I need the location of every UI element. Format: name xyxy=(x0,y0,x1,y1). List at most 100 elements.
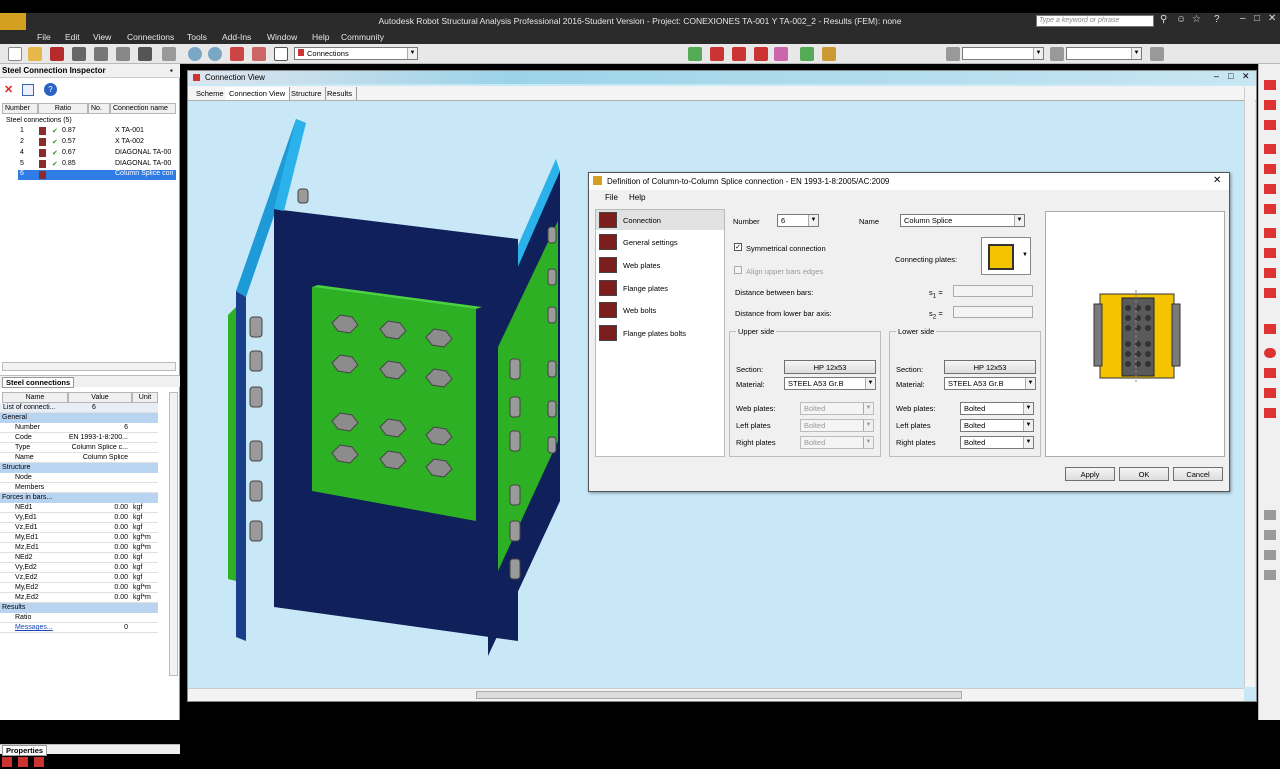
copy-icon[interactable] xyxy=(18,757,28,767)
col-no[interactable]: No. xyxy=(88,103,110,114)
prop-row[interactable]: Name Column Splice xyxy=(0,453,158,463)
prop-col-unit[interactable]: Unit xyxy=(132,392,158,403)
restore-icon[interactable]: □ xyxy=(1254,13,1260,24)
close-icon[interactable]: ✕ xyxy=(1268,13,1276,24)
upper-section-button[interactable]: HP 12x53 xyxy=(784,360,876,374)
binoculars-icon[interactable]: ⚲ xyxy=(1160,14,1167,25)
view-maximize-icon[interactable]: □ xyxy=(1228,71,1233,81)
symmetrical-checkbox[interactable]: ✓ xyxy=(734,243,742,251)
add-icon[interactable] xyxy=(2,757,12,767)
prop-row[interactable]: Code EN 1993-1-8:200... xyxy=(0,433,158,443)
name-select[interactable]: Column Splice ▼ xyxy=(900,214,1025,227)
s2-input[interactable] xyxy=(953,306,1033,318)
inspector-hscrollbar[interactable] xyxy=(2,362,176,371)
screen-capture-icon[interactable] xyxy=(116,47,130,61)
nav-flange-plates[interactable]: Flange plates xyxy=(596,278,724,298)
search-input[interactable]: Type a keyword or phrase xyxy=(1036,15,1154,27)
connection-3d-model[interactable] xyxy=(188,101,608,701)
tree-row[interactable]: 1 ✔ 0.87 X TA-001 xyxy=(0,127,178,137)
filter-icon[interactable] xyxy=(1050,47,1064,61)
menu-add-ins[interactable]: Add-Ins xyxy=(222,32,251,42)
properties-vscrollbar[interactable] xyxy=(169,392,178,676)
tab-structure[interactable]: Structure xyxy=(287,87,327,100)
upper-web-select[interactable]: Bolted ▼ xyxy=(800,402,874,415)
tree-row[interactable]: 5 ✔ 0.85 DIAGONAL TA-00 xyxy=(0,160,178,170)
prop-row[interactable]: Vy,Ed2 0.00 kgf xyxy=(0,563,158,573)
prop-category-structure[interactable]: Structure xyxy=(0,463,158,473)
properties-icon[interactable] xyxy=(162,47,176,61)
gusset-tool-icon[interactable] xyxy=(1264,204,1276,214)
menu-file[interactable]: File xyxy=(37,32,51,42)
align-checkbox[interactable] xyxy=(734,266,742,274)
ok-button[interactable]: OK xyxy=(1119,467,1169,481)
view-vscrollbar[interactable] xyxy=(1244,87,1255,687)
save-icon[interactable] xyxy=(50,47,64,61)
tab-results[interactable]: Results xyxy=(323,87,358,100)
tree-row[interactable]: 2 ✔ 0.57 X TA-002 xyxy=(0,138,178,148)
prop-row[interactable]: Vy,Ed1 0.00 kgf xyxy=(0,513,158,523)
prop-col-name[interactable]: Name xyxy=(2,392,68,403)
layout-icon[interactable] xyxy=(274,47,288,61)
delete-icon[interactable]: ✕ xyxy=(4,84,16,96)
dialog-menu-file[interactable]: File xyxy=(605,193,618,202)
tools-icon[interactable] xyxy=(252,47,266,61)
column-tool-icon[interactable] xyxy=(1264,80,1276,90)
favorites-icon[interactable]: ☆ xyxy=(1192,14,1201,25)
connection-icon-4[interactable] xyxy=(754,47,768,61)
view-hscrollbar[interactable] xyxy=(188,688,1244,701)
tab-connection-view[interactable]: Connection View xyxy=(225,87,291,100)
beam-tool-icon[interactable] xyxy=(1264,100,1276,110)
base-plate-icon[interactable] xyxy=(1264,228,1276,238)
knee-tool-icon[interactable] xyxy=(1264,164,1276,174)
view-hscroll-thumb[interactable] xyxy=(476,691,962,699)
corner-tool-icon[interactable] xyxy=(1264,184,1276,194)
tab-scheme[interactable]: Scheme xyxy=(192,87,229,100)
connection-icon-7[interactable] xyxy=(822,47,836,61)
prop-row[interactable]: Node xyxy=(0,473,158,483)
connection-icon-6[interactable] xyxy=(800,47,814,61)
lower-material-select[interactable]: STEEL A53 Gr.B ▼ xyxy=(944,377,1036,390)
view-close-icon[interactable]: ✕ xyxy=(1242,71,1250,82)
nav-connection[interactable]: Connection xyxy=(596,210,724,230)
camera-icon[interactable] xyxy=(138,47,152,61)
frame-tool-icon[interactable] xyxy=(1264,144,1276,154)
help-circle-icon[interactable]: ? xyxy=(44,83,57,96)
prop-row[interactable]: My,Ed1 0.00 kgf*m xyxy=(0,533,158,543)
prop-row[interactable]: Members xyxy=(0,483,158,493)
clamp-icon[interactable] xyxy=(1264,268,1276,278)
prop-row[interactable]: NEd2 0.00 kgf xyxy=(0,553,158,563)
apply-button[interactable]: Apply xyxy=(1065,467,1115,481)
edit-view-icon-3[interactable] xyxy=(1264,550,1276,560)
tree-row-selected[interactable]: 6 Column Splice con xyxy=(18,170,176,180)
zoom-window-icon[interactable] xyxy=(208,47,222,61)
help-icon[interactable]: ? xyxy=(1214,14,1220,25)
menu-edit[interactable]: Edit xyxy=(65,32,80,42)
tab-properties[interactable]: Properties xyxy=(2,745,48,756)
open-icon[interactable] xyxy=(28,47,42,61)
prop-row[interactable]: Mz,Ed2 0.00 kgf*m xyxy=(0,593,158,603)
connection-icon-3[interactable] xyxy=(732,47,746,61)
splice-tool-icon[interactable] xyxy=(1264,120,1276,130)
view-minimize-icon[interactable]: – xyxy=(1214,71,1219,81)
pinned-icon[interactable] xyxy=(1264,248,1276,258)
new-icon[interactable] xyxy=(8,47,22,61)
anchor-icon[interactable] xyxy=(1264,368,1276,378)
user-icon[interactable]: ☺ xyxy=(1176,14,1186,25)
edit-icon[interactable] xyxy=(22,84,34,96)
menu-community[interactable]: Community xyxy=(341,32,384,42)
col-number[interactable]: Number xyxy=(2,103,38,114)
connecting-plates-picker[interactable]: ▼ xyxy=(981,237,1031,275)
menu-view[interactable]: View xyxy=(93,32,111,42)
selection-combo[interactable]: ▼ xyxy=(962,47,1044,60)
print-icon[interactable] xyxy=(72,47,86,61)
menu-help[interactable]: Help xyxy=(312,32,329,42)
edit-view-icon-4[interactable] xyxy=(1264,570,1276,580)
upper-left-select[interactable]: Bolted ▼ xyxy=(800,419,874,432)
prop-row[interactable]: Ratio xyxy=(0,613,158,623)
connections-layout-select[interactable]: Connections ▼ xyxy=(294,47,418,60)
prop-row[interactable]: Number 6 xyxy=(0,423,158,433)
selection-icon[interactable] xyxy=(946,47,960,61)
col-connection-name[interactable]: Connection name xyxy=(110,103,176,114)
menu-connections[interactable]: Connections xyxy=(127,32,174,42)
lower-right-select[interactable]: Bolted ▼ xyxy=(960,436,1034,449)
